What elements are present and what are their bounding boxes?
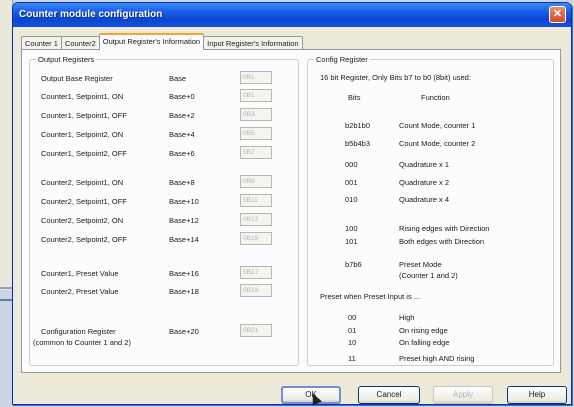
preset-bits: 00 xyxy=(348,313,357,322)
register-label: Counter2, Setpoint1, OFF xyxy=(41,197,127,206)
register-offset: Base+14 xyxy=(169,235,199,244)
preset-bits: 11 xyxy=(348,354,356,363)
register-row-c2-sp1-on: Counter2, Setpoint1, ON Base+8 0B9 xyxy=(30,175,320,190)
register-row-config: Configuration Register (common to Counte… xyxy=(30,324,320,351)
tab-panel: Output Registers Output Base Register Ba… xyxy=(21,49,561,373)
config-function-note: (Counter 1 and 2) xyxy=(399,271,458,280)
dialog-title: Counter module configuration xyxy=(19,9,163,20)
register-address-field[interactable]: 0B13 xyxy=(240,213,272,226)
register-address-field[interactable]: 0B19 xyxy=(240,284,272,297)
title-bar[interactable]: Counter module configuration xyxy=(13,3,571,27)
register-label-note: (common to Counter 1 and 2) xyxy=(33,338,131,347)
register-row-c2-sp2-on: Counter2, Setpoint2, ON Base+12 0B13 xyxy=(30,213,320,228)
tab-counter-2[interactable]: Counter2 xyxy=(60,36,100,50)
tab-counter-1[interactable]: Counter 1 xyxy=(21,36,62,50)
register-label: Counter1, Setpoint2, ON xyxy=(41,130,124,139)
close-button[interactable]: ✕ xyxy=(549,6,566,23)
register-offset: Base+2 xyxy=(169,111,195,120)
register-address-field[interactable]: 0B11 xyxy=(240,194,272,207)
register-label: Output Base Register xyxy=(41,74,113,83)
register-address-field[interactable]: 0B1 xyxy=(240,71,272,84)
register-label: Counter2, Preset Value xyxy=(41,287,119,296)
register-address-field[interactable]: 0B1 xyxy=(240,89,272,102)
config-bits: 000 xyxy=(345,160,358,169)
config-bits: 101 xyxy=(345,237,358,246)
register-label: Counter1, Setpoint1, OFF xyxy=(41,111,127,120)
config-function: Quadrature x 1 xyxy=(399,160,450,169)
register-row-c1-preset: Counter1, Preset Value Base+16 0B17 xyxy=(30,266,320,281)
register-offset: Base+10 xyxy=(169,197,199,206)
output-registers-group: Output Registers Output Base Register Ba… xyxy=(29,55,299,366)
preset-function: On falling edge xyxy=(399,338,450,347)
register-label: Configuration Register xyxy=(41,327,116,336)
output-registers-title: Output Registers xyxy=(36,55,97,64)
register-address-field[interactable]: 0B15 xyxy=(240,232,272,245)
register-label: Counter2, Setpoint2, ON xyxy=(41,216,124,225)
register-row-c1-sp2-off: Counter1, Setpoint2, OFF Base+6 0B7 xyxy=(30,146,320,161)
column-header-function: Function xyxy=(421,93,450,102)
column-header-bits: Bits xyxy=(348,93,361,102)
preset-bits: 01 xyxy=(348,326,357,335)
register-row-c1-sp2-on: Counter1, Setpoint2, ON Base+4 0B5 xyxy=(30,127,320,142)
cancel-button[interactable]: Cancel xyxy=(358,386,420,404)
config-function: Rising edges with Direction xyxy=(399,224,490,233)
register-address-field[interactable]: 0B17 xyxy=(240,266,272,279)
config-bits: 010 xyxy=(345,195,358,204)
tab-output-registers[interactable]: Output Register's Information xyxy=(98,33,205,50)
register-address-field[interactable]: 0B3 xyxy=(240,108,272,121)
register-row-c2-sp2-off: Counter2, Setpoint2, OFF Base+14 0B15 xyxy=(30,232,320,247)
config-function: Count Mode, counter 1 xyxy=(399,121,476,130)
register-offset: Base+16 xyxy=(169,269,199,278)
register-row-c1-sp1-off: Counter1, Setpoint1, OFF Base+2 0B3 xyxy=(30,108,320,123)
register-offset: Base+20 xyxy=(169,327,199,336)
close-icon: ✕ xyxy=(552,8,563,20)
config-bits: 001 xyxy=(345,178,358,187)
help-button[interactable]: Help xyxy=(507,386,567,404)
register-address-field[interactable]: 0B5 xyxy=(240,127,272,140)
config-intro: 16 bit Register, Only Bits b7 to b0 (8bi… xyxy=(320,73,471,82)
register-row-c2-preset: Counter2, Preset Value Base+18 0B19 xyxy=(30,284,320,299)
tab-strip: Counter 1 Counter2 Output Register's Inf… xyxy=(21,33,303,50)
preset-heading: Preset when Preset Input is ... xyxy=(320,292,421,301)
config-function: Quadrature x 4 xyxy=(399,195,450,204)
register-label: Counter2, Setpoint2, OFF xyxy=(41,235,127,244)
register-address-field[interactable]: 0B7 xyxy=(240,146,272,159)
register-label: Counter1, Setpoint2, OFF xyxy=(41,149,127,158)
counter-config-dialog: Counter module configuration ✕ Counter 1… xyxy=(12,2,572,405)
config-bits: 100 xyxy=(345,224,358,233)
config-function: Quadrature x 2 xyxy=(399,178,450,187)
register-address-field[interactable]: 0B9 xyxy=(240,175,272,188)
register-offset: Base+6 xyxy=(169,149,195,158)
config-bits: b7b6 xyxy=(345,260,362,269)
tab-input-registers[interactable]: Input Register's Information xyxy=(203,36,303,50)
config-register-title: Config Register xyxy=(314,55,370,64)
register-offset: Base+18 xyxy=(169,287,199,296)
register-label: Counter2, Setpoint1, ON xyxy=(41,178,124,187)
register-offset: Base+12 xyxy=(169,216,199,225)
config-register-group: Config Register 16 bit Register, Only Bi… xyxy=(307,55,554,366)
register-row-output-base: Output Base Register Base 0B1 xyxy=(30,71,320,86)
preset-function: On rising edge xyxy=(399,326,448,335)
config-bits: b2b1b0 xyxy=(345,121,371,130)
preset-function: Preset high AND rising xyxy=(399,354,475,363)
register-offset: Base+0 xyxy=(169,92,195,101)
register-offset: Base+8 xyxy=(169,178,195,187)
config-function: Both edges with Direction xyxy=(399,237,485,246)
register-offset: Base+4 xyxy=(169,130,195,139)
register-offset: Base xyxy=(169,74,187,83)
register-row-c1-sp1-on: Counter1, Setpoint1, ON Base+0 0B1 xyxy=(30,89,320,104)
apply-button[interactable]: Apply xyxy=(433,386,493,404)
register-row-c2-sp1-off: Counter2, Setpoint1, OFF Base+10 0B11 xyxy=(30,194,320,209)
config-function: Preset Mode xyxy=(399,260,442,269)
register-address-field[interactable]: 0B21 xyxy=(240,324,272,337)
config-function: Count Mode, counter 2 xyxy=(399,139,476,148)
register-label: Counter1, Setpoint1, ON xyxy=(41,92,124,101)
register-label: Counter1, Preset Value xyxy=(41,269,119,278)
preset-bits: 10 xyxy=(348,338,357,347)
preset-function: High xyxy=(399,313,415,322)
config-bits: b5b4b3 xyxy=(345,139,371,148)
